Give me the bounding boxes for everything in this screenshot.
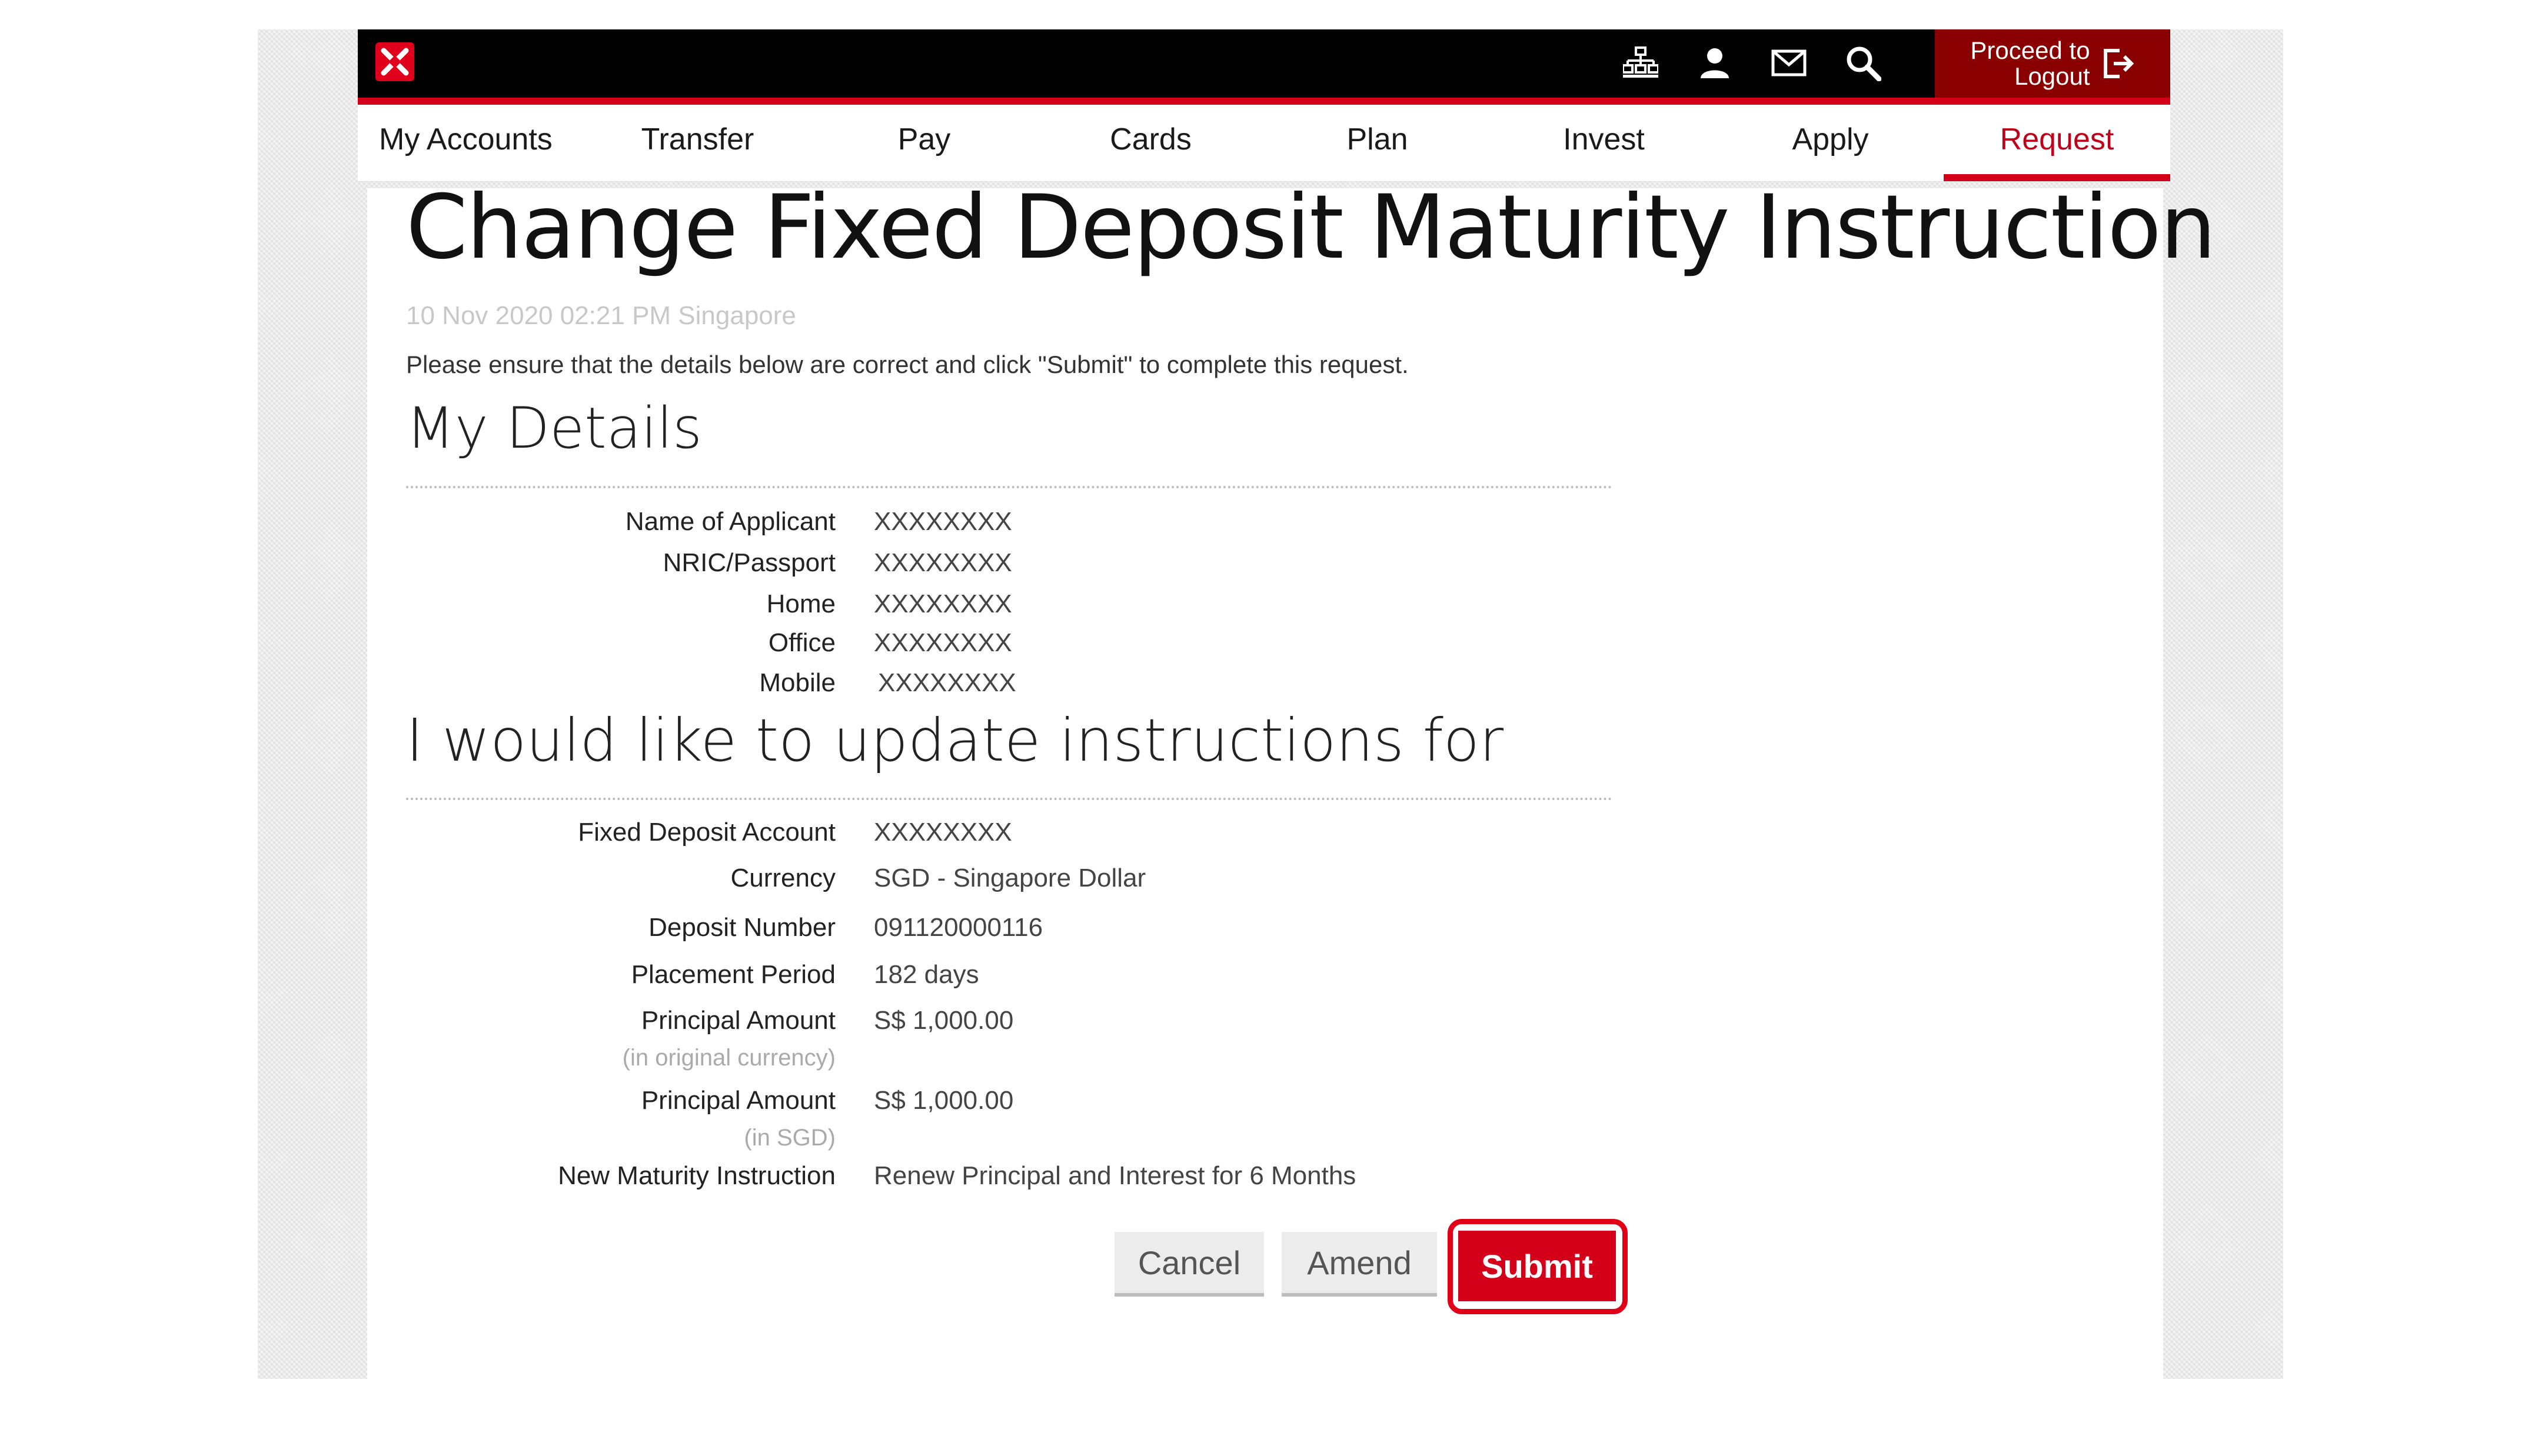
- cancel-button[interactable]: Cancel: [1115, 1232, 1264, 1297]
- detail-value: 182 days: [874, 960, 979, 989]
- top-bar: Proceed to Logout: [358, 29, 2170, 105]
- amend-button[interactable]: Amend: [1282, 1232, 1437, 1297]
- detail-label: Principal Amount: [641, 1006, 836, 1035]
- detail-row: Principal Amount (in original currency) …: [406, 1006, 1701, 1082]
- logout-label: Proceed to Logout: [1970, 38, 2090, 89]
- detail-label: Placement Period: [631, 960, 836, 989]
- detail-label: Fixed Deposit Account: [578, 818, 836, 847]
- my-details-heading: My Details: [406, 395, 702, 461]
- detail-row: Currency SGD - Singapore Dollar: [406, 864, 1701, 899]
- bank-logo-icon: [375, 42, 414, 81]
- detail-row: Mobile XXXXXXXX: [406, 668, 1701, 704]
- detail-value: 091120000116: [874, 913, 1043, 942]
- detail-label: Currency: [730, 864, 836, 892]
- detail-label: Mobile: [759, 668, 836, 697]
- detail-row: Deposit Number 091120000116: [406, 913, 1701, 948]
- detail-row: Placement Period 182 days: [406, 960, 1701, 995]
- detail-value: XXXXXXXX: [874, 507, 1012, 536]
- detail-label: Home: [766, 589, 836, 618]
- detail-row: Name of Applicant XXXXXXXX: [406, 507, 1701, 542]
- bank-logo[interactable]: [375, 42, 414, 81]
- update-divider: [406, 798, 1612, 800]
- user-icon[interactable]: [1691, 42, 1738, 84]
- instruction-text: Please ensure that the details below are…: [406, 351, 1409, 378]
- detail-row: Principal Amount (in SGD) S$ 1,000.00: [406, 1086, 1701, 1162]
- sitemap-icon[interactable]: [1617, 42, 1664, 84]
- detail-value: Renew Principal and Interest for 6 Month…: [874, 1161, 1356, 1190]
- detail-row: New Maturity Instruction Renew Principal…: [406, 1161, 1701, 1197]
- logout-button[interactable]: Proceed to Logout: [1935, 29, 2170, 98]
- nav-cards[interactable]: Cards: [1037, 105, 1264, 174]
- detail-value: S$ 1,000.00: [874, 1006, 1014, 1035]
- mail-icon[interactable]: [1765, 42, 1812, 84]
- nav-apply[interactable]: Apply: [1717, 105, 1944, 174]
- my-details-divider: [406, 486, 1612, 488]
- detail-label: Name of Applicant: [625, 507, 836, 536]
- detail-label: Principal Amount: [641, 1086, 836, 1115]
- timestamp: 10 Nov 2020 02:21 PM Singapore: [406, 301, 796, 330]
- detail-row: Home XXXXXXXX: [406, 589, 1701, 625]
- detail-label: NRIC/Passport: [663, 548, 836, 577]
- detail-label: Office: [768, 628, 836, 657]
- detail-value: XXXXXXXX: [874, 818, 1012, 847]
- nav-my-accounts[interactable]: My Accounts: [358, 105, 584, 174]
- main-nav: My Accounts Transfer Pay Cards Plan Inve…: [358, 105, 2170, 182]
- update-heading: I would like to update instructions for: [406, 706, 1504, 775]
- detail-value: XXXXXXXX: [874, 628, 1012, 657]
- nav-pay[interactable]: Pay: [811, 105, 1037, 174]
- detail-row: Fixed Deposit Account XXXXXXXX: [406, 818, 1701, 853]
- detail-row: NRIC/Passport XXXXXXXX: [406, 548, 1701, 584]
- detail-label: Deposit Number: [648, 913, 836, 942]
- nav-invest[interactable]: Invest: [1491, 105, 1717, 174]
- detail-row: Office XXXXXXXX: [406, 628, 1701, 664]
- detail-sublabel: (in SGD): [744, 1125, 836, 1151]
- detail-value: XXXXXXXX: [878, 668, 1016, 697]
- logout-icon: [2103, 49, 2134, 78]
- search-icon[interactable]: [1840, 42, 1887, 84]
- detail-value: XXXXXXXX: [874, 548, 1012, 577]
- detail-value: SGD - Singapore Dollar: [874, 864, 1146, 892]
- page-title: Change Fixed Deposit Maturity Instructio…: [406, 176, 2216, 279]
- detail-value: S$ 1,000.00: [874, 1086, 1014, 1115]
- detail-sublabel: (in original currency): [622, 1045, 836, 1071]
- nav-transfer[interactable]: Transfer: [584, 105, 811, 174]
- logout-label-line2: Logout: [2014, 62, 2090, 90]
- detail-label: New Maturity Instruction: [558, 1161, 836, 1190]
- nav-request[interactable]: Request: [1944, 105, 2170, 181]
- nav-plan[interactable]: Plan: [1264, 105, 1491, 174]
- submit-highlight-ring: [1448, 1219, 1628, 1314]
- logout-label-line1: Proceed to: [1970, 36, 2090, 64]
- detail-value: XXXXXXXX: [874, 589, 1012, 618]
